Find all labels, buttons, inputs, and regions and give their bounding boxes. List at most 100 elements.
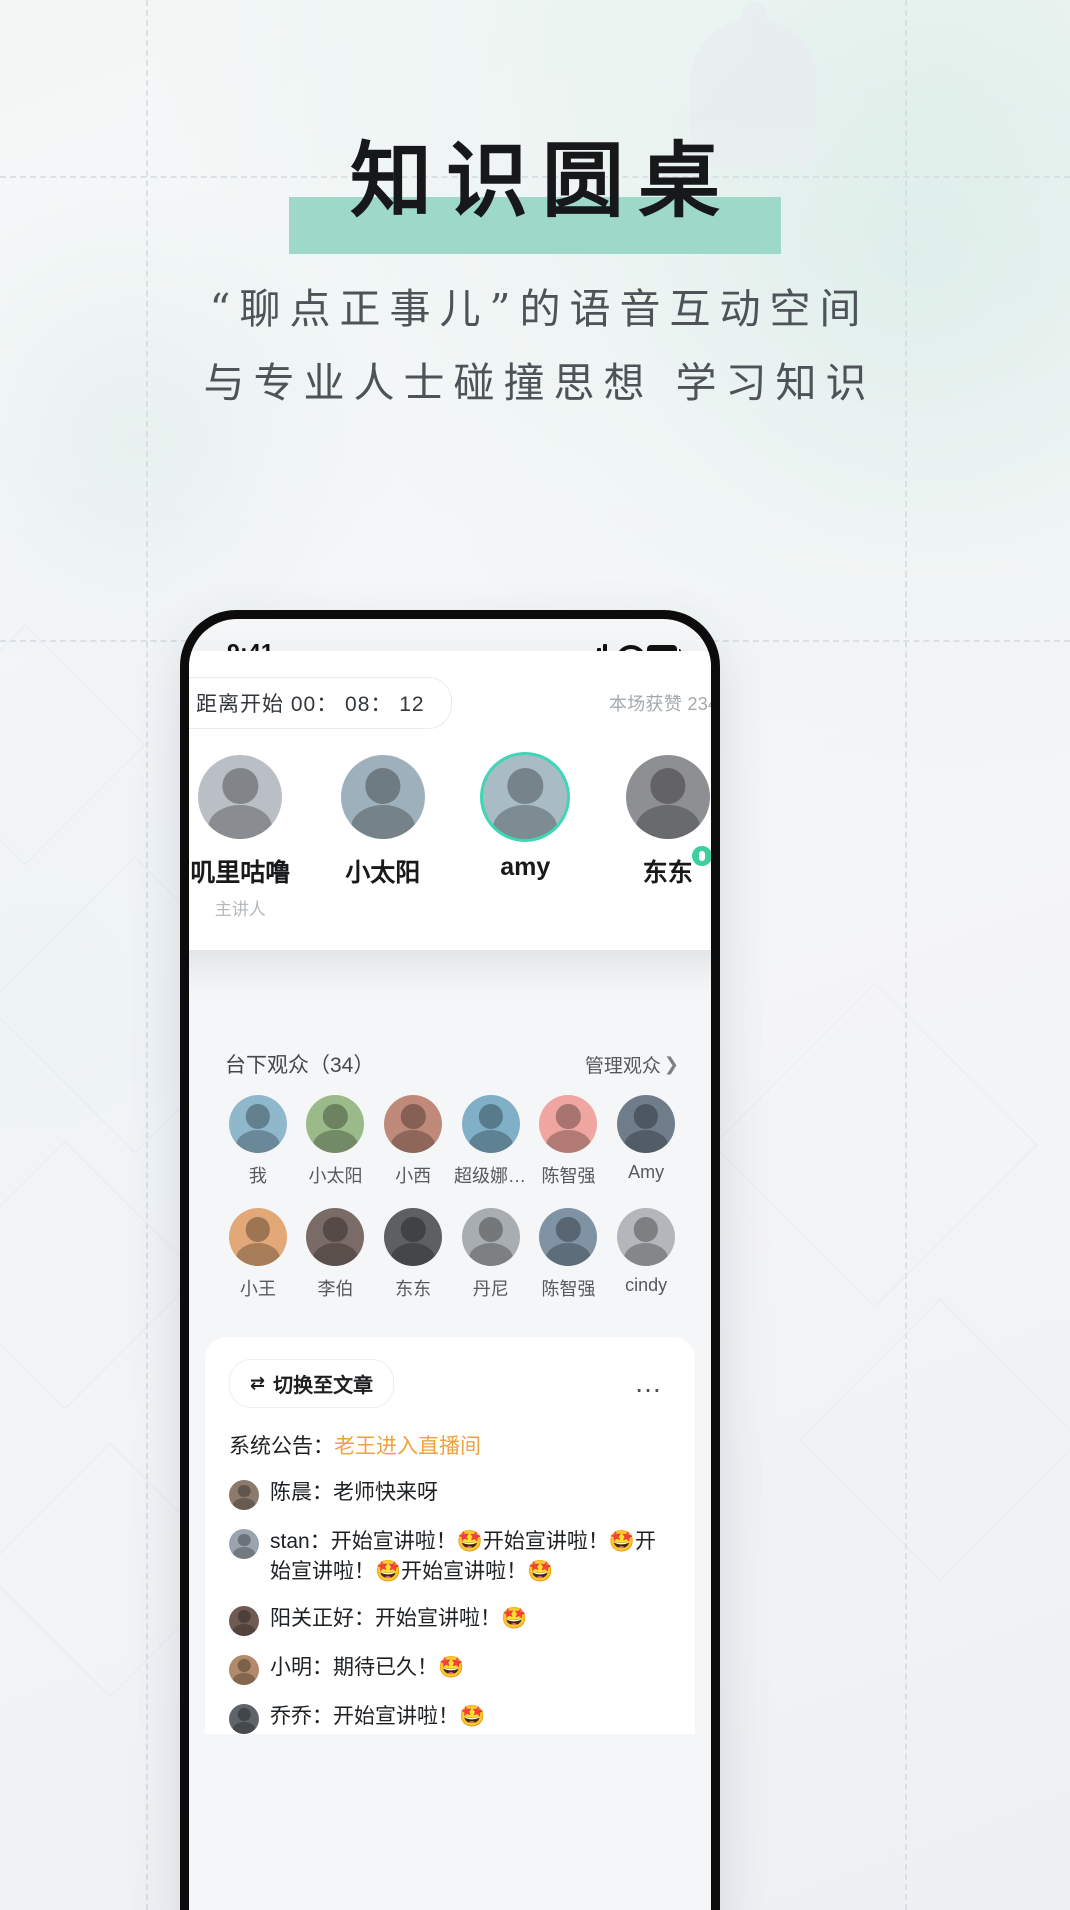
audience-grid: 我 小太阳 小西 超级娜丽… 陈智强 (219, 1095, 685, 1321)
chat-message: 陈晨：老师快来呀 (229, 1478, 671, 1510)
audience-item[interactable]: 丹尼 (452, 1208, 530, 1301)
avatar (229, 1605, 259, 1636)
microphone-muted-icon (689, 844, 711, 868)
avatar (198, 755, 283, 839)
audience-header: 台下观众（34） 管理观众 ❯ (219, 1049, 685, 1095)
manage-audience-button[interactable]: 管理观众 ❯ (585, 1051, 679, 1078)
chat-panel: ⇄ 切换至文章 … 系统公告：老王进入直播间 陈晨：老师快来呀 stan：开始宣… (205, 1337, 695, 1734)
hero-subtitle-line-2: 与专业人士碰撞思想 学习知识 (203, 358, 876, 407)
audience-title: 台下观众（34） (225, 1054, 375, 1077)
system-notice-label: 系统公告： (229, 1435, 334, 1458)
chat-message: 小明：期待已久！🤩 (229, 1653, 671, 1685)
audience-item[interactable]: 小太阳 (297, 1095, 375, 1188)
audience-item[interactable]: 陈智强 (530, 1208, 608, 1301)
hero-title-wrapper: 知识圆桌 (0, 133, 1070, 254)
likes-counter: 本场获赞 23452 (608, 694, 711, 714)
chat-message-text: 老师快来呀 (333, 1481, 438, 1504)
chat-message-user: 陈晨 (270, 1481, 312, 1504)
chat-message: 乔乔：开始宣讲啦！🤩 (229, 1702, 671, 1734)
avatar (539, 1095, 598, 1153)
audience-name: 东东 (395, 1279, 432, 1299)
phone-mockup: 9:41 如何利用脑科学提高工作效率 离开 距离开始 00： 08： 12 本场… (180, 610, 720, 1910)
audience-item[interactable]: 李伯 (297, 1208, 375, 1301)
chat-message-list: 系统公告：老王进入直播间 陈晨：老师快来呀 stan：开始宣讲啦！🤩开始宣讲啦！… (229, 1430, 671, 1734)
hero-subtitle: “聊点正事儿”的语音互动空间 与专业人士碰撞思想 学习知识 (0, 278, 1070, 415)
audience-item[interactable]: 小王 (219, 1208, 297, 1301)
speaker-card: 距离开始 00： 08： 12 本场获赞 23452 叽里咕噜 主讲人 小太阳 … (189, 651, 711, 950)
manage-audience-label: 管理观众 (584, 1055, 661, 1077)
avatar (384, 1208, 443, 1266)
audience-item[interactable]: cindy (607, 1208, 685, 1301)
audience-name: 小太阳 (308, 1166, 363, 1186)
swap-icon: ⇄ (250, 1373, 266, 1393)
audience-name: 小西 (395, 1166, 432, 1186)
audience-item[interactable]: 我 (219, 1095, 297, 1188)
speaker-name: 小太阳 (345, 859, 421, 887)
speaker-item[interactable]: 东东 (597, 755, 711, 920)
chat-message-text: 开始宣讲啦！🤩 (333, 1704, 486, 1728)
avatar (384, 1095, 443, 1153)
speaker-card-top-row: 距离开始 00： 08： 12 本场获赞 23452 (189, 677, 711, 729)
speaker-name: 叽里咕噜 (190, 859, 291, 887)
more-horizontal-icon[interactable]: … (634, 1369, 671, 1397)
avatar (229, 1654, 259, 1685)
audience-name: 陈智强 (541, 1166, 596, 1186)
speaker-role: 主讲人 (214, 900, 266, 919)
audience-name: 小王 (239, 1279, 276, 1299)
chat-message: 阳关正好：开始宣讲啦！🤩 (229, 1604, 671, 1636)
speaker-item[interactable]: 叽里咕噜 主讲人 (189, 755, 312, 920)
speaker-item[interactable]: 小太阳 (312, 755, 455, 920)
speaker-item-active[interactable]: amy (454, 755, 597, 920)
chat-message-user: 小明 (270, 1655, 312, 1679)
speaker-list: 叽里咕噜 主讲人 小太阳 amy 东东 (189, 755, 711, 920)
avatar (340, 755, 425, 839)
audience-name: 陈智强 (541, 1279, 596, 1299)
chat-message-body: 陈晨：老师快来呀 (270, 1481, 438, 1504)
avatar (539, 1208, 598, 1266)
phone-screen: 9:41 如何利用脑科学提高工作效率 离开 距离开始 00： 08： 12 本场… (189, 619, 711, 1910)
switch-to-article-label: 切换至文章 (273, 1375, 374, 1397)
system-notice: 系统公告：老王进入直播间 (229, 1430, 671, 1460)
avatar (617, 1095, 676, 1153)
audience-item[interactable]: 东东 (374, 1208, 452, 1301)
audience-item[interactable]: 小西 (374, 1095, 452, 1188)
chevron-right-icon: ❯ (663, 1053, 679, 1074)
hero-subtitle-line-1: “聊点正事儿”的语音互动空间 (209, 285, 870, 333)
chat-message-body: 阳关正好：开始宣讲啦！🤩 (270, 1606, 528, 1630)
chat-message-body: 小明：期待已久！🤩 (270, 1655, 465, 1679)
avatar (229, 1703, 259, 1734)
avatar (229, 1480, 259, 1510)
audience-name: Amy (628, 1162, 665, 1182)
avatar (229, 1529, 259, 1559)
countdown-badge: 距离开始 00： 08： 12 (189, 677, 452, 729)
audience-name: 丹尼 (472, 1279, 509, 1299)
switch-to-article-button[interactable]: ⇄ 切换至文章 (229, 1359, 395, 1408)
audience-item[interactable]: 超级娜丽… (452, 1095, 530, 1188)
avatar (625, 755, 710, 839)
avatar (461, 1095, 520, 1153)
chat-message-body: 乔乔：开始宣讲啦！🤩 (270, 1704, 486, 1728)
audience-name: cindy (625, 1275, 668, 1295)
system-notice-text: 老王进入直播间 (334, 1435, 481, 1458)
audience-name: 超级娜丽… (453, 1166, 530, 1186)
avatar (617, 1208, 676, 1266)
chat-toolbar: ⇄ 切换至文章 … (229, 1359, 671, 1408)
audience-item[interactable]: 陈智强 (530, 1095, 608, 1188)
avatar (461, 1208, 520, 1266)
avatar (228, 1208, 287, 1266)
chat-message-text: 期待已久！🤩 (333, 1655, 465, 1679)
avatar (306, 1095, 365, 1153)
page-title: 知识圆桌 (349, 133, 734, 229)
chat-message-body: stan：开始宣讲啦！🤩开始宣讲啦！🤩开始宣讲啦！🤩开始宣讲啦！🤩 (270, 1530, 656, 1583)
chat-message: stan：开始宣讲啦！🤩开始宣讲啦！🤩开始宣讲啦！🤩开始宣讲啦！🤩 (229, 1527, 671, 1587)
audience-name: 我 (248, 1166, 267, 1186)
chat-message-text: 开始宣讲啦！🤩 (375, 1606, 528, 1630)
audience-item[interactable]: Amy (607, 1095, 685, 1188)
avatar (228, 1095, 287, 1153)
hero-section: 知识圆桌 “聊点正事儿”的语音互动空间 与专业人士碰撞思想 学习知识 (0, 0, 1070, 415)
chat-message-user: stan (270, 1530, 310, 1553)
chat-message-user: 乔乔 (270, 1704, 312, 1728)
avatar (483, 755, 568, 839)
audience-name: 李伯 (317, 1279, 354, 1299)
chat-message-user: 阳关正好 (270, 1606, 354, 1630)
